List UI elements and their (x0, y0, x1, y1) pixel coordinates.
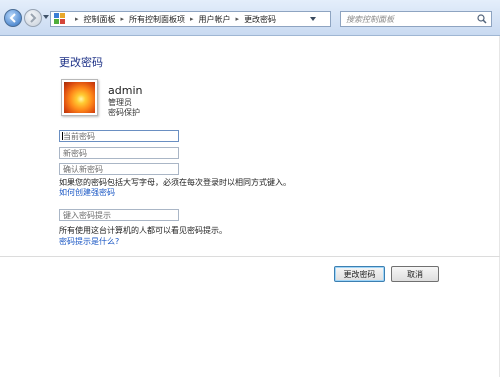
change-password-button[interactable]: 更改密码 (334, 266, 385, 282)
forward-button[interactable] (24, 9, 42, 27)
recent-pages-dropdown-icon[interactable] (43, 15, 49, 19)
password-hint-field[interactable] (59, 209, 179, 221)
back-arrow-icon (9, 13, 16, 23)
hint-visibility-note: 所有使用这台计算机的人都可以看见密码提示。 (59, 226, 227, 235)
control-panel-icon (54, 13, 66, 25)
back-button[interactable] (4, 9, 22, 27)
cancel-button[interactable]: 取消 (391, 266, 439, 282)
breadcrumb-separator[interactable]: ▸ (190, 15, 194, 23)
confirm-password-field[interactable] (59, 163, 179, 175)
search-icon[interactable] (477, 14, 487, 24)
breadcrumb-separator[interactable]: ▸ (121, 15, 125, 23)
search-input[interactable]: 搜索控制面板 (340, 11, 492, 27)
text-caret (62, 132, 63, 140)
breadcrumb-separator[interactable]: ▸ (236, 15, 240, 23)
breadcrumb-separator[interactable]: ▸ (75, 15, 79, 23)
page-title: 更改密码 (59, 56, 103, 69)
address-bar[interactable]: ▸ 控制面板 ▸ 所有控制面板项 ▸ 用户帐户 ▸ 更改密码 (50, 11, 379, 27)
current-password-field[interactable] (59, 130, 179, 142)
breadcrumb-all-items[interactable]: 所有控制面板项 (129, 14, 185, 25)
strong-password-link[interactable]: 如何创建强密码 (59, 187, 115, 198)
navigation-bar: ▸ 控制面板 ▸ 所有控制面板项 ▸ 用户帐户 ▸ 更改密码 搜索控制面板 (0, 0, 500, 36)
forward-arrow-icon (30, 13, 37, 23)
divider (0, 256, 500, 257)
user-name: admin (108, 84, 143, 97)
avatar (61, 79, 98, 116)
breadcrumb-change-password[interactable]: 更改密码 (244, 14, 276, 25)
breadcrumb-control-panel[interactable]: 控制面板 (84, 14, 116, 25)
password-hint-help-link[interactable]: 密码提示是什么? (59, 236, 119, 247)
new-password-field[interactable] (59, 147, 179, 159)
search-placeholder: 搜索控制面板 (346, 15, 394, 24)
password-protection-status: 密码保护 (108, 108, 140, 117)
breadcrumb-user-accounts[interactable]: 用户帐户 (199, 14, 231, 25)
flower-picture (64, 82, 95, 113)
address-history-dropdown-icon[interactable] (310, 17, 316, 21)
